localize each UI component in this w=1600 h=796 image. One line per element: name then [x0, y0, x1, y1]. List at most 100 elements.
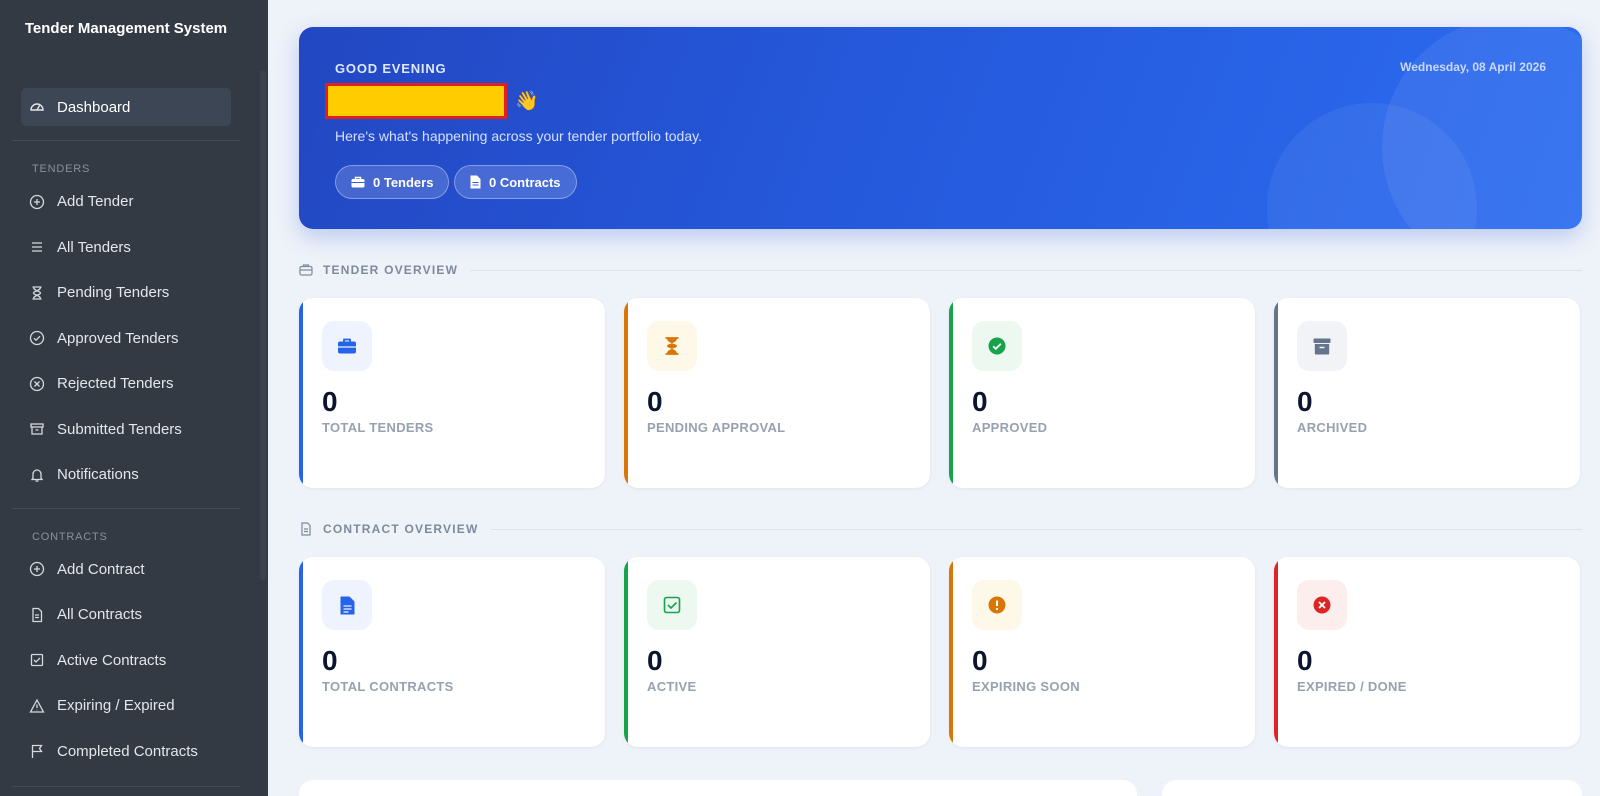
- briefcase-icon: [322, 321, 372, 371]
- bell-icon: [29, 467, 45, 483]
- user-name-redacted: [325, 83, 507, 119]
- x-circle-icon: [1297, 580, 1347, 630]
- card-accent-stripe: [624, 298, 628, 488]
- sidebar-item-label: Notifications: [57, 466, 139, 484]
- sidebar-scrollbar[interactable]: [260, 70, 266, 580]
- document-icon: [470, 175, 481, 189]
- briefcase-icon: [351, 176, 365, 188]
- stat-card-expired-done[interactable]: 0 EXPIRED / DONE: [1274, 557, 1580, 747]
- card-accent-stripe: [299, 298, 303, 488]
- sidebar-item-add-tender[interactable]: Add Tender: [21, 179, 231, 225]
- greeting-text: GOOD EVENING: [335, 61, 447, 76]
- exclamation-circle-icon: [972, 580, 1022, 630]
- sidebar-item-label: Active Contracts: [57, 651, 167, 669]
- flag-icon: [29, 743, 45, 759]
- bottom-panel-right: [1162, 780, 1582, 796]
- stat-label: EXPIRING SOON: [972, 679, 1080, 694]
- sidebar-item-dashboard[interactable]: Dashboard: [21, 88, 231, 126]
- sidebar-item-label: Expiring / Expired: [57, 697, 175, 715]
- sidebar-item-label: All Contracts: [57, 606, 143, 624]
- stat-label: APPROVED: [972, 420, 1048, 435]
- tenders-nav-group: Add Tender All Tenders Pending Tenders A…: [0, 179, 268, 498]
- document-outline-icon: [299, 522, 313, 536]
- stat-card-approved[interactable]: 0 APPROVED: [949, 298, 1255, 488]
- sidebar-item-label: Add Contract: [57, 560, 145, 578]
- check-square-icon: [29, 652, 45, 668]
- stat-label: ARCHIVED: [1297, 420, 1368, 435]
- contracts-section-label: CONTRACTS: [32, 530, 108, 543]
- stat-card-archived[interactable]: 0 ARCHIVED: [1274, 298, 1580, 488]
- dashboard-gauge-icon: [29, 99, 45, 115]
- stat-value: 0: [1297, 645, 1313, 676]
- stat-card-total-contracts[interactable]: 0 TOTAL CONTRACTS: [299, 557, 605, 747]
- sidebar-item-notifications[interactable]: Notifications: [21, 452, 231, 498]
- card-accent-stripe: [299, 557, 303, 747]
- list-icon: [29, 239, 45, 255]
- bottom-panel-left: [299, 780, 1137, 796]
- section-title: TENDER OVERVIEW: [323, 263, 459, 277]
- sidebar-item-label: Add Tender: [57, 193, 134, 211]
- stat-label: ACTIVE: [647, 679, 697, 694]
- pill-label: 0 Tenders: [373, 174, 434, 190]
- plus-circle-icon: [29, 561, 45, 577]
- section-title: CONTRACT OVERVIEW: [323, 522, 479, 536]
- pill-label: 0 Contracts: [489, 174, 561, 190]
- check-square-icon: [647, 580, 697, 630]
- hourglass-icon: [29, 285, 45, 301]
- document-icon: [29, 607, 45, 623]
- section-divider: [470, 269, 1582, 271]
- x-circle-icon: [29, 376, 45, 392]
- stat-value: 0: [647, 645, 663, 676]
- sidebar-item-pending-tenders[interactable]: Pending Tenders: [21, 270, 231, 316]
- sidebar-item-label: Submitted Tenders: [57, 420, 182, 438]
- current-date: Wednesday, 08 April 2026: [1400, 60, 1546, 74]
- sidebar-item-label: Approved Tenders: [57, 329, 179, 347]
- stat-label: TOTAL TENDERS: [322, 420, 434, 435]
- sidebar-item-all-tenders[interactable]: All Tenders: [21, 225, 231, 271]
- tenders-section-label: TENDERS: [32, 163, 91, 175]
- stat-value: 0: [972, 645, 988, 676]
- sidebar-item-label: All Tenders: [57, 238, 131, 256]
- card-accent-stripe: [1274, 298, 1278, 488]
- sidebar-item-completed-contracts[interactable]: Completed Contracts: [21, 729, 231, 775]
- stat-value: 0: [322, 645, 338, 676]
- stat-value: 0: [647, 386, 663, 417]
- sidebar-item-active-contracts[interactable]: Active Contracts: [21, 638, 231, 684]
- sidebar-item-add-contract[interactable]: Add Contract: [21, 547, 231, 593]
- warning-icon: [29, 698, 45, 714]
- stat-label: TOTAL CONTRACTS: [322, 679, 454, 694]
- stat-card-active[interactable]: 0 ACTIVE: [624, 557, 930, 747]
- document-icon: [322, 580, 372, 630]
- card-accent-stripe: [949, 557, 953, 747]
- check-circle-icon: [972, 321, 1022, 371]
- stat-card-total-tenders[interactable]: 0 TOTAL TENDERS: [299, 298, 605, 488]
- card-accent-stripe: [624, 557, 628, 747]
- stat-card-expiring-soon[interactable]: 0 EXPIRING SOON: [949, 557, 1255, 747]
- archive-icon: [29, 421, 45, 437]
- section-divider: [490, 528, 1582, 530]
- sidebar-item-expiring-expired[interactable]: Expiring / Expired: [21, 683, 231, 729]
- briefcase-outline-icon: [299, 263, 313, 277]
- stat-value: 0: [972, 386, 988, 417]
- wave-emoji: 👋: [515, 91, 539, 112]
- check-circle-icon: [29, 330, 45, 346]
- hourglass-icon: [647, 321, 697, 371]
- sidebar-item-approved-tenders[interactable]: Approved Tenders: [21, 316, 231, 362]
- stat-value: 0: [322, 386, 338, 417]
- tenders-count-pill[interactable]: 0 Tenders: [335, 165, 450, 199]
- card-accent-stripe: [1274, 557, 1278, 747]
- contracts-count-pill[interactable]: 0 Contracts: [454, 165, 577, 199]
- stat-card-pending-approval[interactable]: 0 PENDING APPROVAL: [624, 298, 930, 488]
- tender-overview-heading: TENDER OVERVIEW: [299, 263, 1582, 277]
- stat-label: PENDING APPROVAL: [647, 420, 786, 435]
- sidebar-item-label: Pending Tenders: [57, 284, 170, 302]
- app-brand: Tender Management System: [24, 20, 228, 37]
- main-content: GOOD EVENING 👋 Here's what's happening a…: [268, 0, 1600, 796]
- sidebar-divider: [12, 786, 240, 787]
- sidebar-item-rejected-tenders[interactable]: Rejected Tenders: [21, 361, 231, 407]
- sidebar-item-submitted-tenders[interactable]: Submitted Tenders: [21, 407, 231, 453]
- sidebar-item-label: Rejected Tenders: [57, 375, 174, 393]
- contracts-nav-group: Add Contract All Contracts Active Contra…: [0, 547, 268, 775]
- archive-icon: [1297, 321, 1347, 371]
- sidebar-item-all-contracts[interactable]: All Contracts: [21, 592, 231, 638]
